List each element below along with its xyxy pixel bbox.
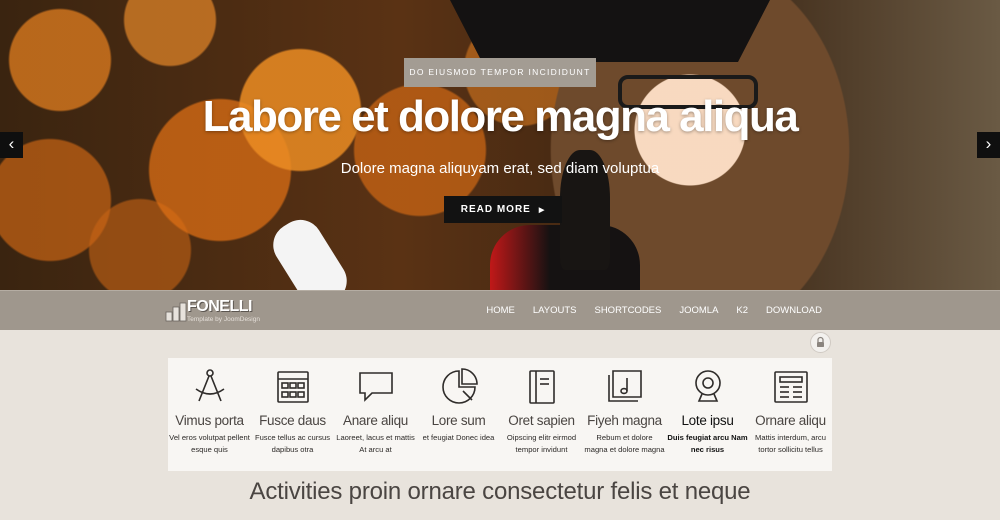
menu-item-layouts[interactable]: LAYOUTS xyxy=(533,291,577,331)
hero-title: Labore et dolore magna aliqua xyxy=(202,92,799,141)
menu-item-k2[interactable]: K2 xyxy=(736,291,748,331)
lock-icon xyxy=(817,336,824,347)
chevron-left-icon: ‹ xyxy=(8,134,15,153)
feature-title: Lote ipsu xyxy=(681,413,734,428)
feature-description: et feugiat Donec idea xyxy=(422,433,495,442)
feature-item[interactable]: Fusce daus Fusce tellus ac cursus dapibu… xyxy=(251,358,334,471)
music-book-icon xyxy=(607,370,642,402)
calendar-icon xyxy=(276,371,309,403)
feature-item[interactable]: Ornare aliqu Mattis interdum, arcu torto… xyxy=(749,358,832,471)
feature-description: Laoreet, lacus et mattis At arcu at xyxy=(336,433,415,454)
main-menu: HOME LAYOUTS SHORTCODES JOOMLA K2 DOWNLO… xyxy=(468,291,822,331)
feature-item[interactable]: Lote ipsu Duis feugiat arcu Nam nec risu… xyxy=(666,358,749,471)
read-more-label: READ MORE xyxy=(460,204,531,215)
feature-description: Fusce tellus ac cursus dapibus otra xyxy=(254,433,331,454)
graduation-cap-image xyxy=(450,0,770,62)
menu-item-download[interactable]: DOWNLOAD xyxy=(766,291,822,331)
feature-title: Ornare aliqu xyxy=(755,413,826,428)
logo-tagline: Template by JoomDesign xyxy=(187,316,260,323)
chat-bubble-icon xyxy=(358,372,393,402)
main-navbar: FONELLI Template by JoomDesign HOME LAYO… xyxy=(0,290,1000,330)
logo-mark-icon xyxy=(165,302,187,322)
chevron-right-icon: › xyxy=(985,134,992,153)
feature-item[interactable]: Oret sapien Oipscing elitr eirmod tempor… xyxy=(500,358,583,471)
feature-item[interactable]: Anare aliqu Laoreet, lacus et mattis At … xyxy=(334,358,417,471)
feature-description: Oipscing elitr eirmod tempor invidunt xyxy=(506,433,577,454)
play-arrow-icon: ▶ xyxy=(538,207,546,214)
feature-description: Mattis interdum, arcu tortor sollicitu t… xyxy=(755,433,826,454)
hero-slider: DO EIUSMOD TEMPOR INCIDIDUNT Labore et d… xyxy=(0,0,1000,290)
menu-item-home[interactable]: HOME xyxy=(486,291,515,331)
feature-title: Oret sapien xyxy=(508,413,575,428)
slider-next-button[interactable]: › xyxy=(977,132,1000,158)
hero-tag: DO EIUSMOD TEMPOR INCIDIDUNT xyxy=(404,58,596,87)
menu-item-joomla[interactable]: JOOMLA xyxy=(679,291,718,331)
menu-item-shortcodes[interactable]: SHORTCODES xyxy=(594,291,661,331)
newspaper-icon xyxy=(773,371,808,403)
feature-title: Lore sum xyxy=(431,413,486,428)
feature-item[interactable]: Vimus porta Vel eros volutpat pellent es… xyxy=(168,358,251,471)
hero-subtitle: Dolore magna aliquyam erat, sed diam vol… xyxy=(340,160,660,177)
compass-icon xyxy=(195,369,224,402)
feature-title: Fiyeh magna xyxy=(587,413,662,428)
feature-description: Vel eros volutpat pellent esque quis xyxy=(169,433,250,454)
feature-item[interactable]: Fiyeh magna Rebum et dolore magna et dol… xyxy=(583,358,666,471)
logo-text: FONELLI xyxy=(187,298,252,315)
features-strip: Vimus porta Vel eros volutpat pellent es… xyxy=(168,358,832,471)
feature-description: Rebum et dolore magna et dolore magna xyxy=(584,433,665,454)
login-lock-button[interactable] xyxy=(810,332,831,353)
feature-title: Vimus porta xyxy=(175,413,244,428)
pie-chart-icon xyxy=(441,368,478,404)
webcam-icon xyxy=(694,370,721,402)
diploma-scroll-image xyxy=(264,211,356,290)
feature-description: Duis feugiat arcu Nam nec risus xyxy=(667,433,748,454)
feature-item[interactable]: Lore sum et feugiat Donec idea xyxy=(417,358,500,471)
section-heading: Activities proin ornare consectetur feli… xyxy=(249,478,751,505)
feature-title: Anare aliqu xyxy=(343,413,408,428)
document-icon xyxy=(528,370,555,404)
feature-title: Fusce daus xyxy=(259,413,326,428)
read-more-button[interactable]: READ MORE ▶ xyxy=(444,196,562,223)
slider-prev-button[interactable]: ‹ xyxy=(0,132,23,158)
